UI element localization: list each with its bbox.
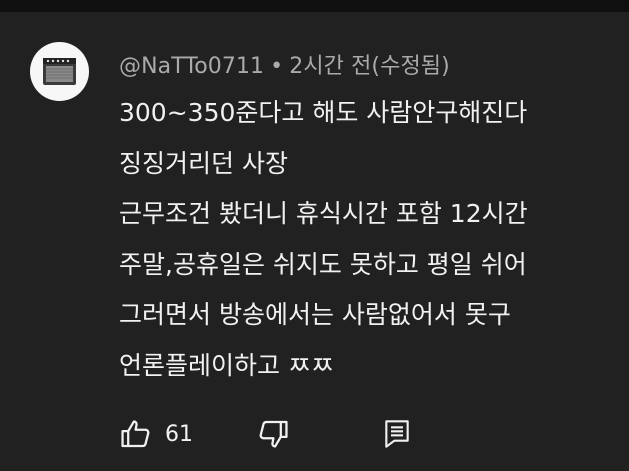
comment-icon [385, 420, 409, 448]
amplifier-icon [43, 58, 76, 85]
comment-line: 징징거리던 사장 [119, 148, 288, 178]
comment-line: 언론플레이하고 ㅉㅉ [119, 350, 334, 380]
thumb-down-icon [259, 420, 288, 448]
reply-button[interactable] [382, 414, 412, 454]
comment-line: 그러면서 방송에서는 사람없어서 못구 [119, 300, 511, 329]
avatar[interactable] [30, 42, 89, 101]
comment-line: 주말,공휴일은 쉬지도 못하고 평일 쉬어 [119, 249, 527, 279]
thumb-up-icon [121, 420, 150, 448]
comment-line: 근무조건 봤더니 휴식시간 포함 12시간 [119, 199, 528, 228]
comment-line: 300~350준다고 해도 사람안구해진다 [119, 98, 528, 127]
top-bar [0, 0, 629, 12]
author-handle[interactable]: @NaTTo0711 [119, 54, 264, 79]
separator-dot: • [270, 54, 284, 79]
comment-timestamp[interactable]: 2시간 전(수정됨) [289, 54, 450, 79]
like-count: 61 [165, 421, 193, 447]
dislike-button[interactable] [256, 414, 290, 454]
comment-body: 300~350준다고 해도 사람안구해진다 징징거리던 사장 근무조건 봤더니 … [119, 88, 629, 391]
comment-header: @NaTTo0711 • 2시간 전(수정됨) [119, 48, 450, 80]
like-button[interactable]: 61 [119, 414, 193, 454]
